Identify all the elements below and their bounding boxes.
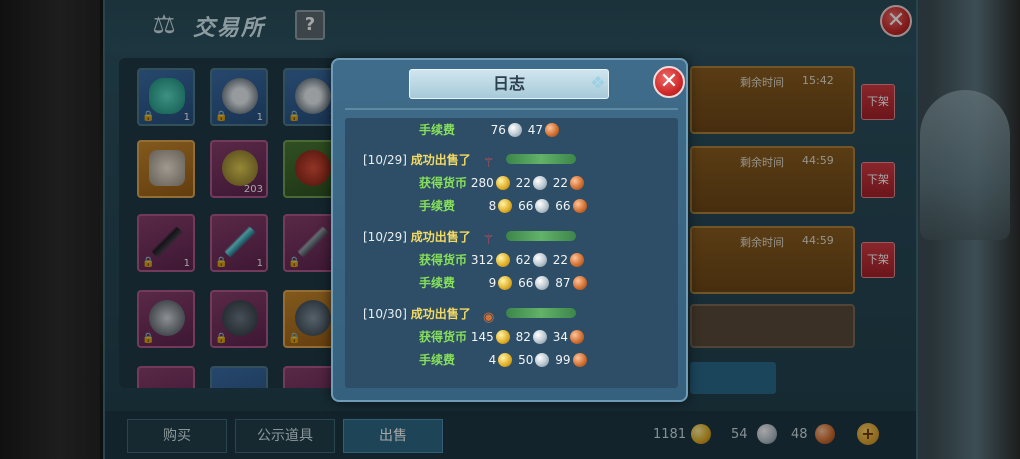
blurred-item-name — [506, 308, 577, 318]
copper-coin-icon — [572, 353, 587, 367]
fee-label: 手续费 — [419, 353, 456, 367]
fee-gold: 4 — [488, 353, 497, 367]
fee-label: 手续费 — [419, 276, 456, 290]
item-icon: ⚚ — [482, 156, 495, 171]
earn-silver: 22 — [515, 176, 531, 190]
earn-row: 获得货币 312 62 22 — [419, 251, 586, 271]
earn-gold: 312 — [470, 253, 494, 267]
earn-copper: 22 — [552, 253, 568, 267]
fee-copper: 87 — [555, 276, 571, 290]
dialog-title-bar: 日志 — [409, 69, 609, 99]
sold-label: 成功出售了 — [410, 230, 471, 244]
sold-label: 成功出售了 — [410, 307, 471, 321]
earn-label: 获得货币 — [419, 253, 468, 267]
fee-silver: 76 — [490, 123, 506, 137]
sale-row: [10/29] 成功出售了 ⚚ — [363, 228, 577, 248]
ornament-right-icon: ❖ — [589, 73, 607, 94]
fee-copper: 99 — [555, 353, 571, 367]
blurred-item-name — [506, 231, 577, 241]
silver-coin-icon — [507, 123, 522, 137]
sale-row: [10/29] 成功出售了 ⚚ — [363, 151, 577, 171]
close-dialog-button[interactable]: ✕ — [653, 66, 685, 98]
copper-coin-icon — [572, 199, 587, 213]
fee-gold: 9 — [488, 276, 497, 290]
earn-silver: 82 — [515, 330, 531, 344]
fee-row: 手续费 9 66 87 — [419, 274, 589, 294]
dialog-divider — [345, 108, 678, 110]
fee-silver: 66 — [518, 276, 534, 290]
silver-coin-icon — [532, 176, 547, 190]
fee-silver: 50 — [518, 353, 534, 367]
fee-gold: 8 — [488, 199, 497, 213]
item-icon: ◉ — [482, 310, 495, 325]
fee-label: 手续费 — [419, 123, 456, 137]
copper-coin-icon — [545, 123, 560, 137]
earn-copper: 34 — [552, 330, 568, 344]
gold-coin-icon — [498, 353, 513, 367]
gold-coin-icon — [498, 199, 513, 213]
gold-coin-icon — [495, 176, 510, 190]
sale-row: [10/30] 成功出售了 ◉ — [363, 305, 577, 325]
silver-coin-icon — [535, 353, 550, 367]
earn-row: 获得货币 280 22 22 — [419, 174, 586, 194]
fee-row: 手续费 8 66 66 — [419, 197, 589, 217]
earn-gold: 145 — [470, 330, 494, 344]
fee-row: 手续费 76 47 — [419, 121, 561, 141]
copper-coin-icon — [572, 276, 587, 290]
silver-coin-icon — [535, 276, 550, 290]
earn-label: 获得货币 — [419, 176, 468, 190]
fee-row: 手续费 4 50 99 — [419, 351, 589, 371]
gold-coin-icon — [498, 276, 513, 290]
dialog-title: 日志 — [492, 74, 525, 93]
silver-coin-icon — [532, 253, 547, 267]
copper-coin-icon — [569, 176, 584, 190]
silver-coin-icon — [532, 330, 547, 344]
silver-coin-icon — [535, 199, 550, 213]
log-dialog: ❖ 日志 ❖ ✕ 手续费 76 47 [10/29] 成功出售了 ⚚ 获得货币 … — [331, 58, 688, 402]
copper-coin-icon — [569, 330, 584, 344]
log-list[interactable]: 手续费 76 47 [10/29] 成功出售了 ⚚ 获得货币 280 22 22… — [345, 118, 678, 388]
fee-copper: 66 — [555, 199, 571, 213]
fee-copper: 47 — [527, 123, 544, 137]
earn-copper: 22 — [552, 176, 568, 190]
earn-gold: 280 — [470, 176, 494, 190]
sale-date: [10/29] — [363, 230, 407, 244]
fee-label: 手续费 — [419, 199, 456, 213]
blurred-item-name — [506, 154, 577, 164]
earn-row: 获得货币 145 82 34 — [419, 328, 586, 348]
sale-date: [10/30] — [363, 307, 407, 321]
fee-silver: 66 — [518, 199, 534, 213]
sold-label: 成功出售了 — [410, 153, 471, 167]
sale-date: [10/29] — [363, 153, 407, 167]
earn-silver: 62 — [515, 253, 531, 267]
item-icon: ⚚ — [482, 233, 495, 248]
copper-coin-icon — [569, 253, 584, 267]
gold-coin-icon — [495, 253, 510, 267]
gold-coin-icon — [495, 330, 510, 344]
earn-label: 获得货币 — [419, 330, 468, 344]
